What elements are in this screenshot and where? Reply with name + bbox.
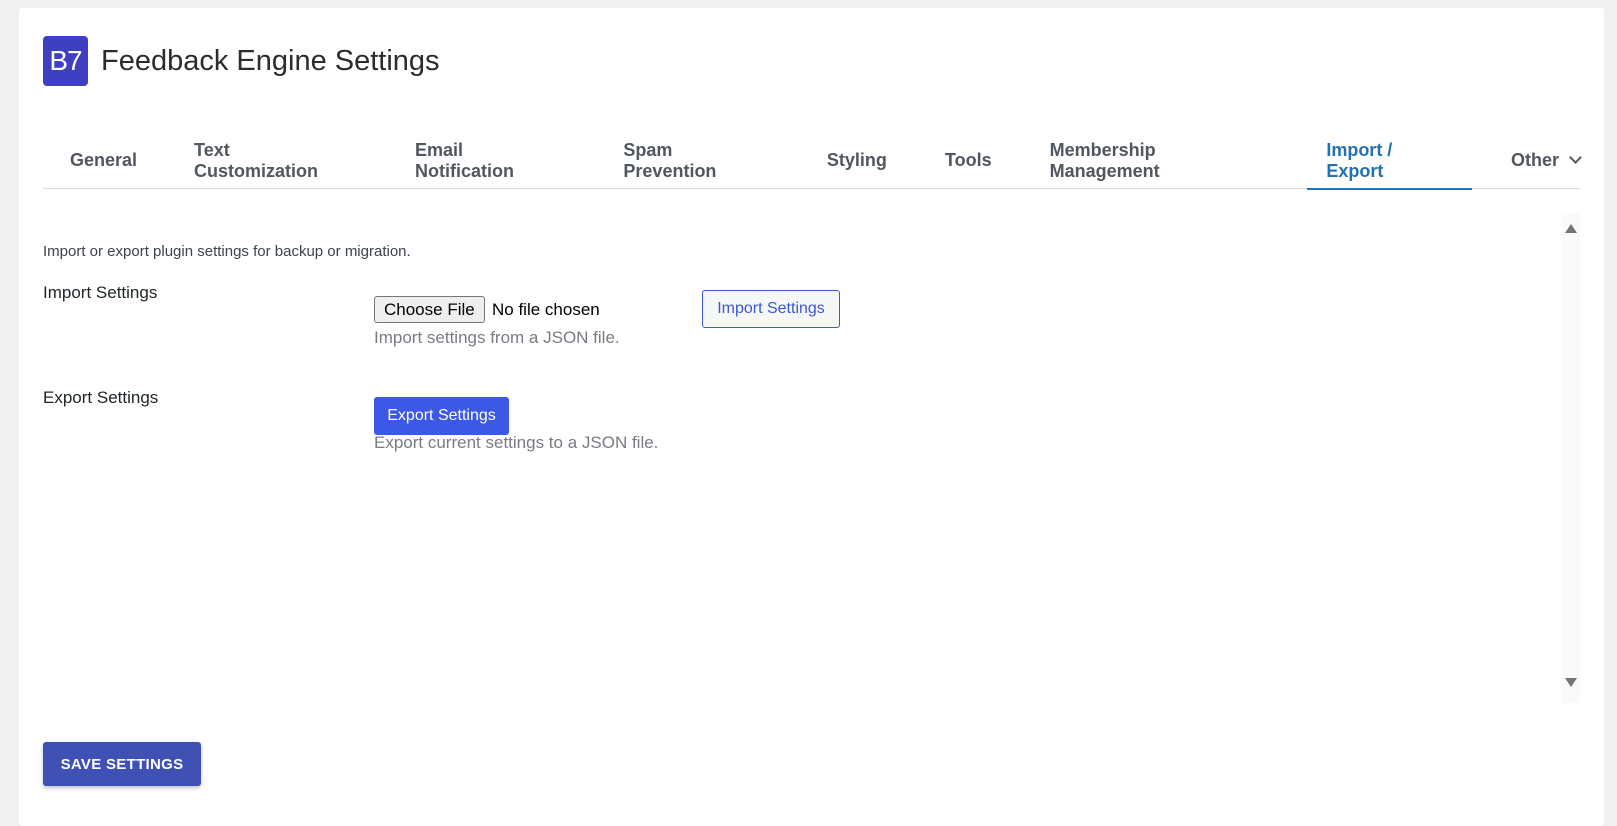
file-status: No file chosen [492,300,600,319]
scroll-down-icon[interactable] [1565,678,1577,687]
import-settings-label: Import Settings [43,283,158,302]
choose-file-button[interactable]: Choose File [374,296,485,323]
import-description: Import settings from a JSON file. [374,328,620,347]
tab-other[interactable]: Other [1510,132,1582,189]
tab-membership-management[interactable]: Membership Management [1050,132,1269,189]
save-settings-button[interactable]: SAVE SETTINGS [43,742,201,786]
settings-card: B7 Feedback Engine Settings General Text… [19,8,1604,826]
tab-other-label: Other [1510,150,1559,170]
import-settings-button[interactable]: Import Settings [702,290,840,328]
plugin-logo: B7 [43,36,88,86]
panel-intro: Import or export plugin settings for bac… [43,243,411,260]
tab-text-customization[interactable]: Text Customization [194,132,357,189]
page-header: B7 Feedback Engine Settings [43,36,440,86]
tab-email-notification[interactable]: Email Notification [415,132,565,189]
page-title: Feedback Engine Settings [101,44,440,77]
export-description: Export current settings to a JSON file. [374,433,659,452]
tab-tools[interactable]: Tools [945,132,992,189]
content-scrollbar[interactable] [1562,213,1580,703]
export-settings-label: Export Settings [43,388,159,407]
tab-general[interactable]: General [70,132,137,189]
tab-import-export[interactable]: Import / Export [1307,132,1472,190]
import-export-panel: Import or export plugin settings for bac… [43,213,1580,703]
tab-spam-prevention[interactable]: Spam Prevention [623,132,769,189]
settings-tabs: General Text Customization Email Notific… [43,132,1582,190]
tab-styling[interactable]: Styling [827,132,887,189]
scroll-up-icon[interactable] [1565,224,1577,233]
chevron-down-icon [1569,151,1582,164]
export-settings-button[interactable]: Export Settings [374,397,509,435]
